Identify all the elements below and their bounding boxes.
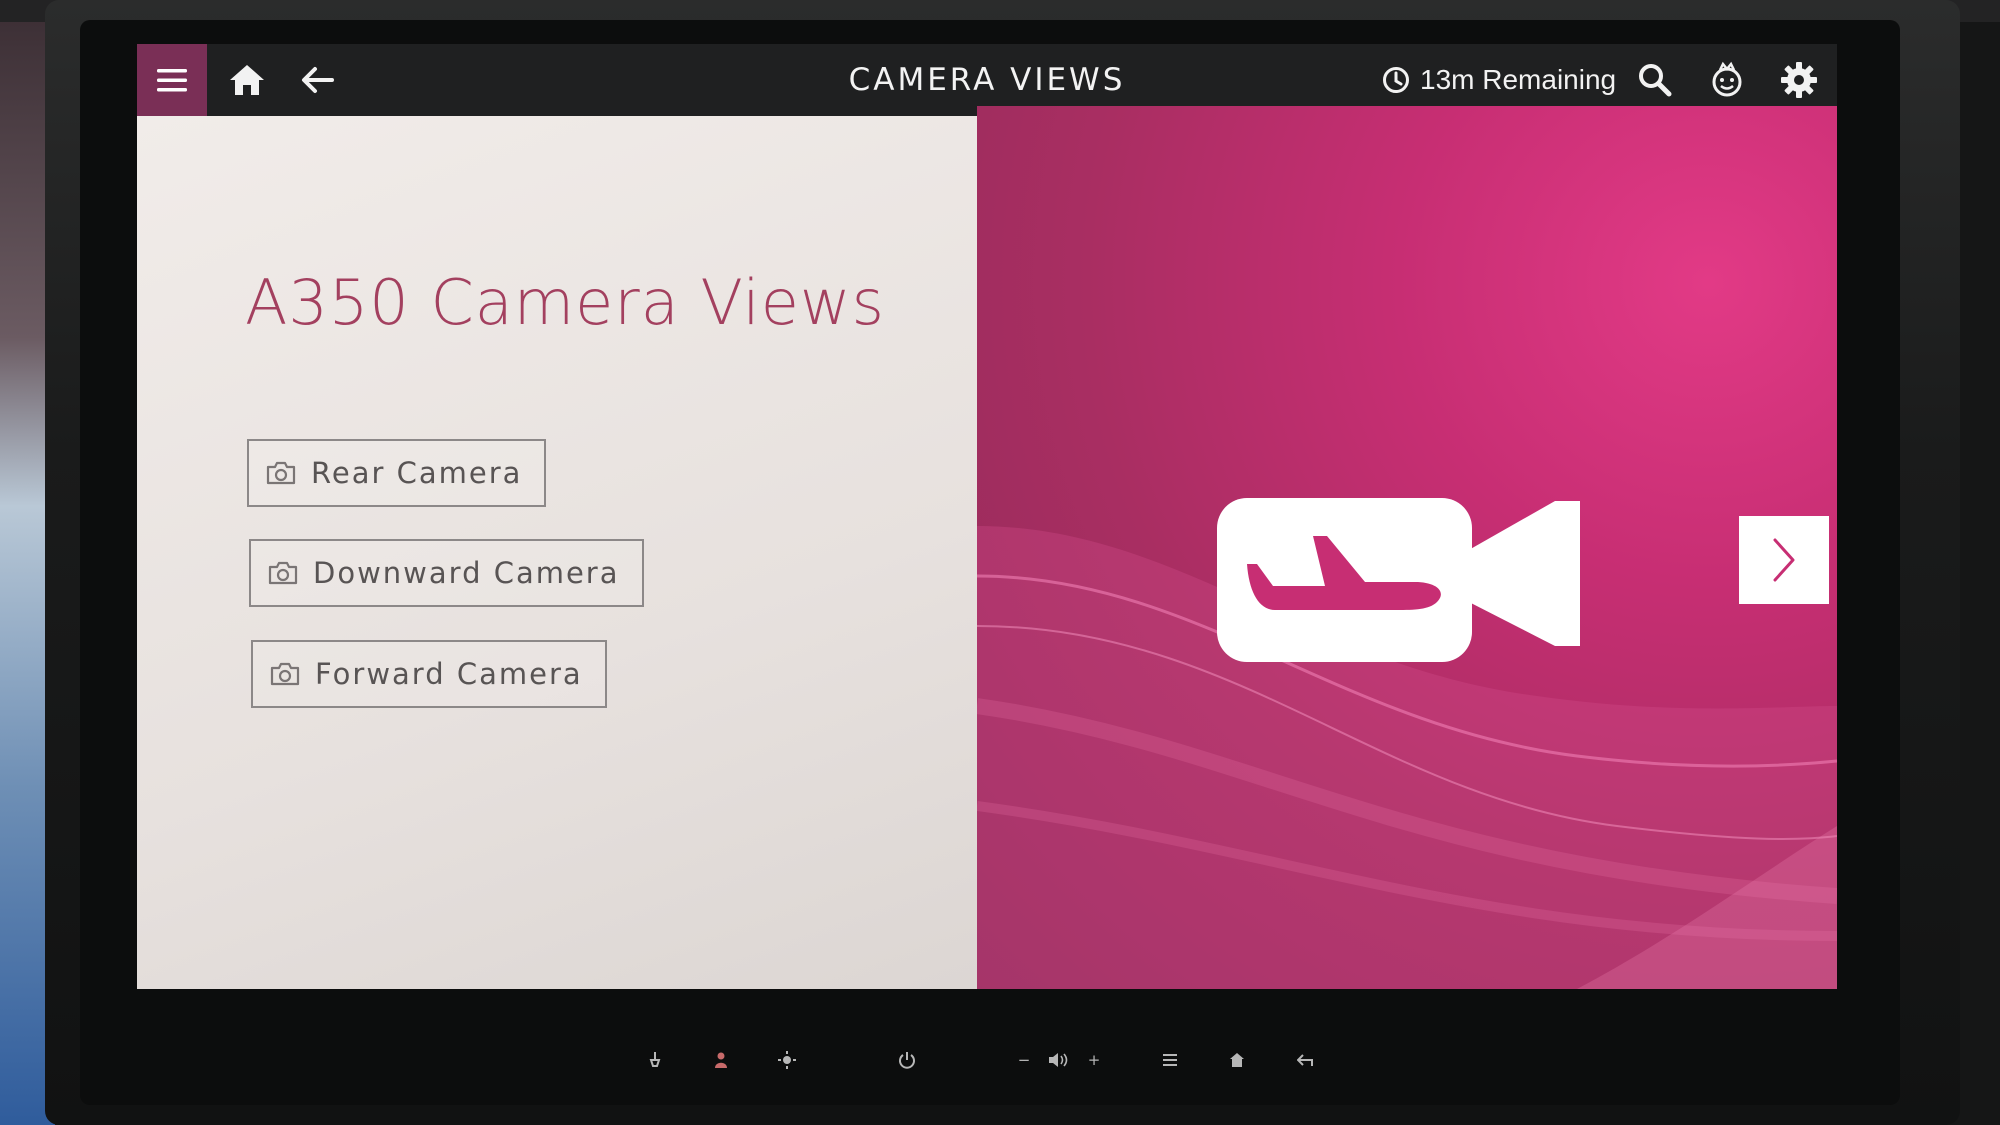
rear-camera-button[interactable]: Rear Camera (247, 439, 547, 507)
forward-camera-label: Forward Camera (315, 657, 583, 691)
forward-camera-button[interactable]: Forward Camera (251, 640, 607, 708)
clock-icon (1383, 67, 1409, 93)
brightness-icon (778, 1051, 796, 1069)
home-icon (1230, 1053, 1244, 1067)
airplane-video-camera-icon (1217, 498, 1580, 662)
volume-up-button[interactable]: + (1080, 1040, 1108, 1080)
reading-light-button[interactable] (640, 1040, 670, 1080)
home-button[interactable] (217, 44, 277, 116)
time-remaining-text: 13m Remaining (1420, 64, 1617, 95)
menu-icon (157, 69, 187, 92)
camera-list-panel: A350 Camera Views Rear Camera Downward C… (137, 116, 977, 989)
back-icon (1297, 1054, 1313, 1066)
screen: CAMERA VIEWS 13m Remaining A350 Camera V… (137, 44, 1837, 989)
volume-button[interactable] (1044, 1040, 1074, 1080)
volume-icon (1049, 1053, 1068, 1067)
rear-camera-label: Rear Camera (311, 456, 523, 490)
back-hardware-button[interactable] (1290, 1040, 1320, 1080)
page-title: A350 Camera Views (245, 266, 885, 339)
hardware-controls: − + (0, 1040, 2000, 1080)
camera-icon (266, 461, 296, 485)
home-hardware-button[interactable] (1222, 1040, 1252, 1080)
downward-camera-button[interactable]: Downward Camera (249, 539, 644, 607)
reading-light-icon (649, 1052, 661, 1067)
list-button[interactable] (1155, 1040, 1185, 1080)
settings-gear-icon (1781, 62, 1817, 98)
volume-down-button[interactable]: − (1010, 1040, 1038, 1080)
chevron-right-icon (1773, 538, 1795, 582)
power-icon (899, 1052, 915, 1069)
downward-camera-label: Downward Camera (313, 556, 620, 590)
camera-icon (268, 561, 298, 585)
back-arrow-icon (302, 67, 334, 93)
volume-down-label: − (1017, 1051, 1031, 1069)
hero-panel (977, 106, 1837, 989)
home-icon (230, 65, 264, 95)
camera-icon (270, 662, 300, 686)
kids-icon (1712, 61, 1742, 97)
volume-up-label: + (1087, 1051, 1101, 1069)
power-button[interactable] (892, 1040, 922, 1080)
menu-button[interactable] (137, 44, 207, 116)
brightness-button[interactable] (772, 1040, 802, 1080)
call-attendant-icon (715, 1052, 727, 1068)
search-icon (1639, 64, 1672, 97)
back-button[interactable] (287, 44, 347, 116)
next-button[interactable] (1739, 516, 1829, 604)
list-icon (1163, 1054, 1177, 1066)
call-attendant-button[interactable] (706, 1040, 736, 1080)
